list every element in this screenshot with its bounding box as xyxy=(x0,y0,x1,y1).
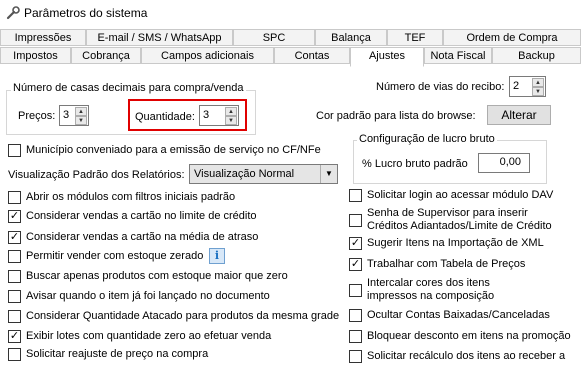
option-estoque-zerado[interactable]: Permitir vender com estoque zerado xyxy=(8,250,208,266)
checkbox-label: Trabalhar com Tabela de Preços xyxy=(367,258,526,270)
option-intercalar-cores[interactable]: Intercalar cores dos itens impressos na … xyxy=(349,277,579,305)
checkbox-label-line2: Créditos Adiantados/Limite de Crédito xyxy=(367,220,552,232)
spin-up-icon[interactable]: ▲ xyxy=(225,107,237,116)
spin-down-icon[interactable]: ▼ xyxy=(532,87,544,96)
tab-contas[interactable]: Contas xyxy=(274,47,350,64)
option-senha-supervisor[interactable]: Senha de Supervisor para inserir Crédito… xyxy=(349,207,579,235)
checkbox-label: Senha de Supervisor para inserir xyxy=(367,207,528,219)
view-mode-value: Visualização Normal xyxy=(194,168,295,180)
checkbox-label: Considerar Quantidade Atacado para produ… xyxy=(26,310,340,322)
tab-campos-adicionais[interactable]: Campos adicionais xyxy=(141,47,274,64)
checkbox-label: Sugerir Itens na Importação de XML xyxy=(367,237,544,249)
checkbox-label: Permitir vender com estoque zerado xyxy=(26,250,204,262)
wrench-icon xyxy=(6,6,20,20)
checkbox-box[interactable] xyxy=(349,189,362,202)
receipt-spinner[interactable]: 2 ▲ ▼ xyxy=(509,76,546,97)
option-quantidade-atacado[interactable]: Considerar Quantidade Atacado para produ… xyxy=(8,310,340,326)
view-mode-select[interactable]: Visualização Normal ▼ xyxy=(189,164,338,184)
receipt-value: 2 xyxy=(513,80,520,92)
checkbox-box[interactable] xyxy=(8,144,21,157)
option-tabela-precos[interactable]: ✓ Trabalhar com Tabela de Preços xyxy=(349,258,579,274)
tab-ajustes[interactable]: Ajustes xyxy=(350,47,424,67)
prices-value: 3 xyxy=(63,109,70,121)
option-ocultar-contas[interactable]: Ocultar Contas Baixadas/Canceladas xyxy=(349,309,579,325)
option-reajuste-preco[interactable]: Solicitar reajuste de preço na compra xyxy=(8,348,328,364)
checkbox-box[interactable] xyxy=(349,284,362,297)
profit-input[interactable]: 0,00 xyxy=(478,153,530,173)
view-mode-label: Visualização Padrão dos Relatórios: xyxy=(8,169,185,181)
browse-color-label: Cor padrão para lista do browse: xyxy=(316,110,476,122)
check-icon[interactable]: ✓ xyxy=(8,330,21,343)
checkbox-label: Considerar vendas a cartão no limite de … xyxy=(26,210,257,222)
check-icon[interactable]: ✓ xyxy=(8,210,21,223)
checkbox-label: Bloquear desconto em itens na promoção xyxy=(367,330,571,342)
checkbox-box[interactable] xyxy=(8,310,21,323)
option-cartao-media[interactable]: ✓ Considerar vendas a cartão na média de… xyxy=(8,231,328,247)
checkbox-label: Ocultar Contas Baixadas/Canceladas xyxy=(367,309,550,321)
window-title: Parâmetros do sistema xyxy=(24,6,148,20)
option-bloquear-desconto[interactable]: Bloquear desconto em itens na promoção xyxy=(349,330,579,346)
prices-label: Preços: xyxy=(18,110,56,122)
tab-balanca[interactable]: Balança xyxy=(315,29,387,46)
tab-tef[interactable]: TEF xyxy=(387,29,443,46)
check-icon[interactable]: ✓ xyxy=(349,258,362,271)
spin-down-icon[interactable]: ▼ xyxy=(225,116,237,125)
option-sugerir-itens[interactable]: ✓ Sugerir Itens na Importação de XML xyxy=(349,237,579,253)
spin-up-icon[interactable]: ▲ xyxy=(75,107,87,116)
spin-down-icon[interactable]: ▼ xyxy=(75,116,87,125)
profit-legend: Configuração de lucro bruto xyxy=(357,133,497,145)
tab-ordem-de-compra[interactable]: Ordem de Compra xyxy=(443,29,581,46)
spin-up-icon[interactable]: ▲ xyxy=(532,78,544,87)
quantity-label: Quantidade: xyxy=(135,111,195,123)
checkbox-box[interactable] xyxy=(349,309,362,322)
decimals-legend: Número de casas decimais para compra/ven… xyxy=(11,82,246,94)
receipt-label: Número de vias do recibo: xyxy=(376,81,505,93)
checkbox-label: Abrir os módulos com filtros iniciais pa… xyxy=(26,191,236,203)
checkbox-label: Solicitar login ao acessar módulo DAV xyxy=(367,189,554,201)
chevron-down-icon[interactable]: ▼ xyxy=(320,165,337,183)
checkbox-label: Exibir lotes com quantidade zero ao efet… xyxy=(26,330,272,342)
municipio-checkbox[interactable]: Município conveniado para a emissão de s… xyxy=(8,144,328,160)
tab-spc[interactable]: SPC xyxy=(233,29,315,46)
tab-impostos[interactable]: Impostos xyxy=(0,47,71,64)
option-exibir-lotes[interactable]: ✓ Exibir lotes com quantidade zero ao ef… xyxy=(8,330,328,346)
option-recalculo-itens[interactable]: Solicitar recálculo dos itens ao receber… xyxy=(349,350,579,366)
check-icon[interactable]: ✓ xyxy=(349,237,362,250)
checkbox-label: Intercalar cores dos itens xyxy=(367,277,490,289)
tab-cobranca[interactable]: Cobrança xyxy=(71,47,141,64)
tab-impressoes[interactable]: Impressões xyxy=(0,29,86,46)
quantity-value: 3 xyxy=(203,109,210,121)
option-estoque-maior-zero[interactable]: Buscar apenas produtos com estoque maior… xyxy=(8,270,328,286)
checkbox-box[interactable] xyxy=(349,330,362,343)
checkbox-box[interactable] xyxy=(8,191,21,204)
checkbox-label: Buscar apenas produtos com estoque maior… xyxy=(26,270,288,282)
checkbox-box[interactable] xyxy=(349,214,362,227)
tab-nota-fiscal[interactable]: Nota Fiscal xyxy=(424,47,492,64)
tab-email-sms-whatsapp[interactable]: E-mail / SMS / WhatsApp xyxy=(86,29,233,46)
tab-backup[interactable]: Backup xyxy=(492,47,581,64)
change-color-button[interactable]: Alterar xyxy=(487,105,551,125)
option-login-dav[interactable]: Solicitar login ao acessar módulo DAV xyxy=(349,189,579,205)
checkbox-box[interactable] xyxy=(8,250,21,263)
checkbox-label: Avisar quando o item já foi lançado no d… xyxy=(26,290,270,302)
checkbox-label-line2: impressos na composição xyxy=(367,290,495,302)
profit-label: % Lucro bruto padrão xyxy=(362,158,468,170)
option-cartao-limite[interactable]: ✓ Considerar vendas a cartão no limite d… xyxy=(8,210,328,226)
checkbox-box[interactable] xyxy=(349,350,362,363)
title-bar: Parâmetros do sistema xyxy=(0,0,581,26)
checkbox-label: Solicitar recálculo dos itens ao receber… xyxy=(367,350,566,362)
quantity-spinner[interactable]: 3 ▲ ▼ xyxy=(199,105,239,126)
prices-spinner[interactable]: 3 ▲ ▼ xyxy=(59,105,89,126)
checkbox-label: Considerar vendas a cartão na média de a… xyxy=(26,231,259,243)
info-icon[interactable]: i xyxy=(209,248,225,264)
check-icon[interactable]: ✓ xyxy=(8,231,21,244)
option-abrir-modulos[interactable]: Abrir os módulos com filtros iniciais pa… xyxy=(8,191,328,207)
checkbox-label: Município conveniado para a emissão de s… xyxy=(26,144,321,156)
option-avisar-item[interactable]: Avisar quando o item já foi lançado no d… xyxy=(8,290,328,306)
checkbox-box[interactable] xyxy=(8,290,21,303)
settings-panel: Ajustes Número de casas decimais para co… xyxy=(0,47,581,363)
checkbox-box[interactable] xyxy=(8,270,21,283)
